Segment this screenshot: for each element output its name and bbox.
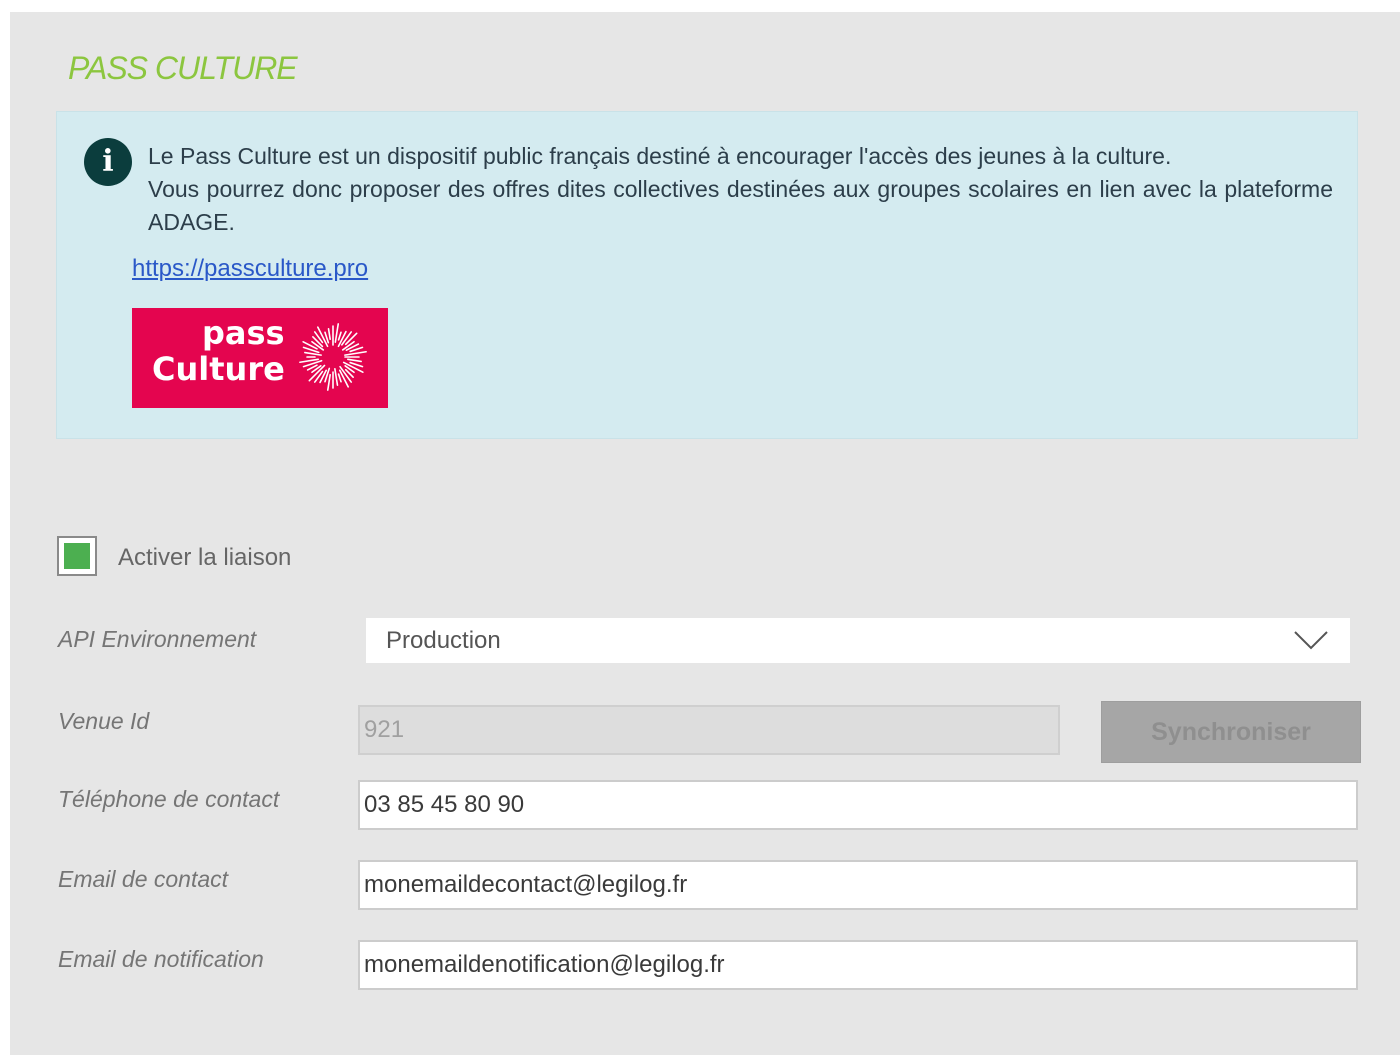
synchronize-button[interactable]: Synchroniser — [1101, 701, 1361, 763]
logo-word-culture: Culture — [152, 350, 285, 388]
api-environment-value: Production — [386, 627, 501, 654]
info-text: Le Pass Culture est un dispositif public… — [148, 140, 1333, 239]
notification-email-input[interactable]: monemaildenotification@legilog.fr — [358, 940, 1358, 990]
logo-word-pass: pass — [202, 314, 285, 352]
activate-link-checkbox[interactable] — [57, 536, 97, 576]
sunburst-icon — [299, 323, 367, 391]
section-title: PASS CULTURE — [68, 50, 298, 86]
api-environment-label: API Environnement — [58, 626, 257, 652]
contact-phone-input[interactable]: 03 85 45 80 90 — [358, 780, 1358, 830]
contact-email-label: Email de contact — [58, 866, 229, 892]
contact-phone-label: Téléphone de contact — [58, 786, 280, 812]
pass-culture-link[interactable]: https://passculture.pro — [132, 255, 368, 283]
info-icon: i — [84, 138, 132, 186]
activate-link-label: Activer la liaison — [118, 544, 292, 571]
chevron-down-icon — [1294, 631, 1328, 650]
api-environment-select[interactable]: Production — [366, 618, 1350, 663]
notification-email-label: Email de notification — [58, 946, 264, 972]
info-text-line-2: Vous pourrez donc proposer des offres di… — [148, 176, 1333, 235]
checkbox-checked-indicator — [64, 543, 90, 569]
contact-email-input[interactable]: monemaildecontact@legilog.fr — [358, 860, 1358, 910]
venue-id-label: Venue Id — [58, 708, 150, 734]
info-text-line-1: Le Pass Culture est un dispositif public… — [148, 143, 1172, 169]
venue-id-input: 921 — [358, 705, 1060, 755]
pass-culture-logo: pass Culture — [132, 308, 388, 408]
